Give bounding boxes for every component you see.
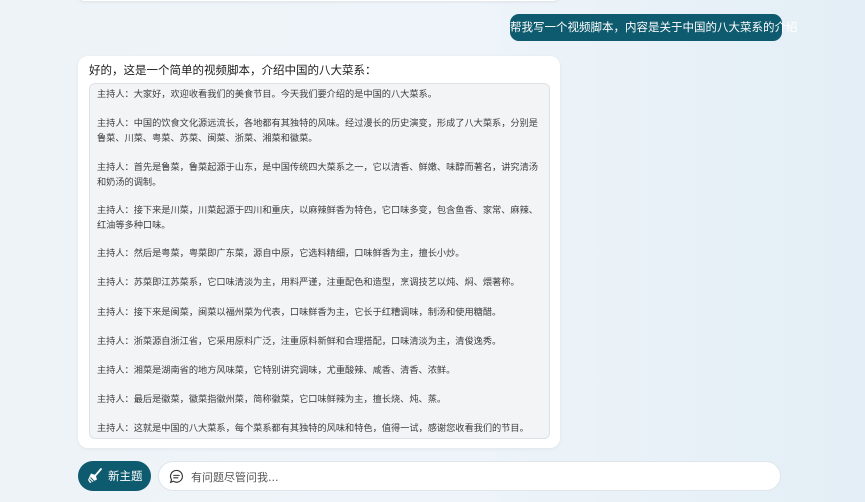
broom-icon: [88, 468, 102, 483]
script-line: 主持人：湘菜是湖南省的地方风味菜，它特别讲究调味，尤重酸辣、咸香、清香、浓鲜。: [97, 365, 456, 376]
script-line: 主持人：最后是徽菜，徽菜指徽州菜，简称徽菜，它口味鲜辣为主，擅长烧、炖、蒸。: [97, 394, 447, 405]
new-topic-button[interactable]: 新主题: [78, 461, 151, 491]
script-line: 主持人：大家好，欢迎收看我们的美食节目。今天我们要介绍的是中国的八大菜系。: [97, 89, 437, 100]
user-message-bubble: 帮我写一个视频脚本，内容是关于中国的八大菜系的介绍: [510, 14, 798, 41]
script-line: 主持人：首先是鲁菜，鲁菜起源于山东，是中国传统四大菜系之一，它以清香、鲜嫩、味醇…: [97, 162, 538, 188]
script-line: 主持人：接下来是川菜，川菜起源于四川和重庆，以麻辣鲜香为特色，它口味多变，包含鱼…: [97, 205, 538, 231]
new-topic-label: 新主题: [108, 469, 143, 483]
chat-input-container[interactable]: [158, 461, 781, 491]
script-text-block: 主持人：大家好，欢迎收看我们的美食节目。今天我们要介绍的是中国的八大菜系。 主持…: [89, 83, 550, 439]
assistant-intro-text: 好的，这是一个简单的视频脚本，介绍中国的八大菜系：: [89, 63, 377, 77]
chat-bubble-icon: [169, 469, 183, 484]
script-line: 主持人：浙菜源自浙江省，它采用原料广泛，注重原料新鲜和合理搭配，口味清淡为主，清…: [97, 336, 502, 347]
script-line: 主持人：接下来是闽菜，闽菜以福州菜为代表，口味鲜香为主，它长于红糟调味，制汤和使…: [97, 307, 502, 318]
script-line: 主持人：中国的饮食文化源远流长，各地都有其独特的风味。经过漫长的历史演变，形成了…: [97, 118, 538, 144]
user-message-text: 帮我写一个视频脚本，内容是关于中国的八大菜系的介绍: [510, 20, 798, 34]
chat-input[interactable]: [189, 465, 753, 489]
script-line: 主持人：这就是中国的八大菜系，每个菜系都有其独特的风味和特色，值得一试，感谢您收…: [97, 423, 529, 434]
script-line: 主持人：然后是粤菜，粤菜即广东菜，源自中原，它选料精细，口味鲜香为主，擅长小炒。: [97, 248, 465, 259]
previous-message-card-edge: [78, 0, 560, 1]
assistant-message-card: 好的，这是一个简单的视频脚本，介绍中国的八大菜系： 主持人：大家好，欢迎收看我们…: [78, 56, 560, 448]
script-line: 主持人：苏菜即江苏菜系，它口味清淡为主，用料严谨，注重配色和造型，烹调技艺以炖、…: [97, 277, 520, 288]
